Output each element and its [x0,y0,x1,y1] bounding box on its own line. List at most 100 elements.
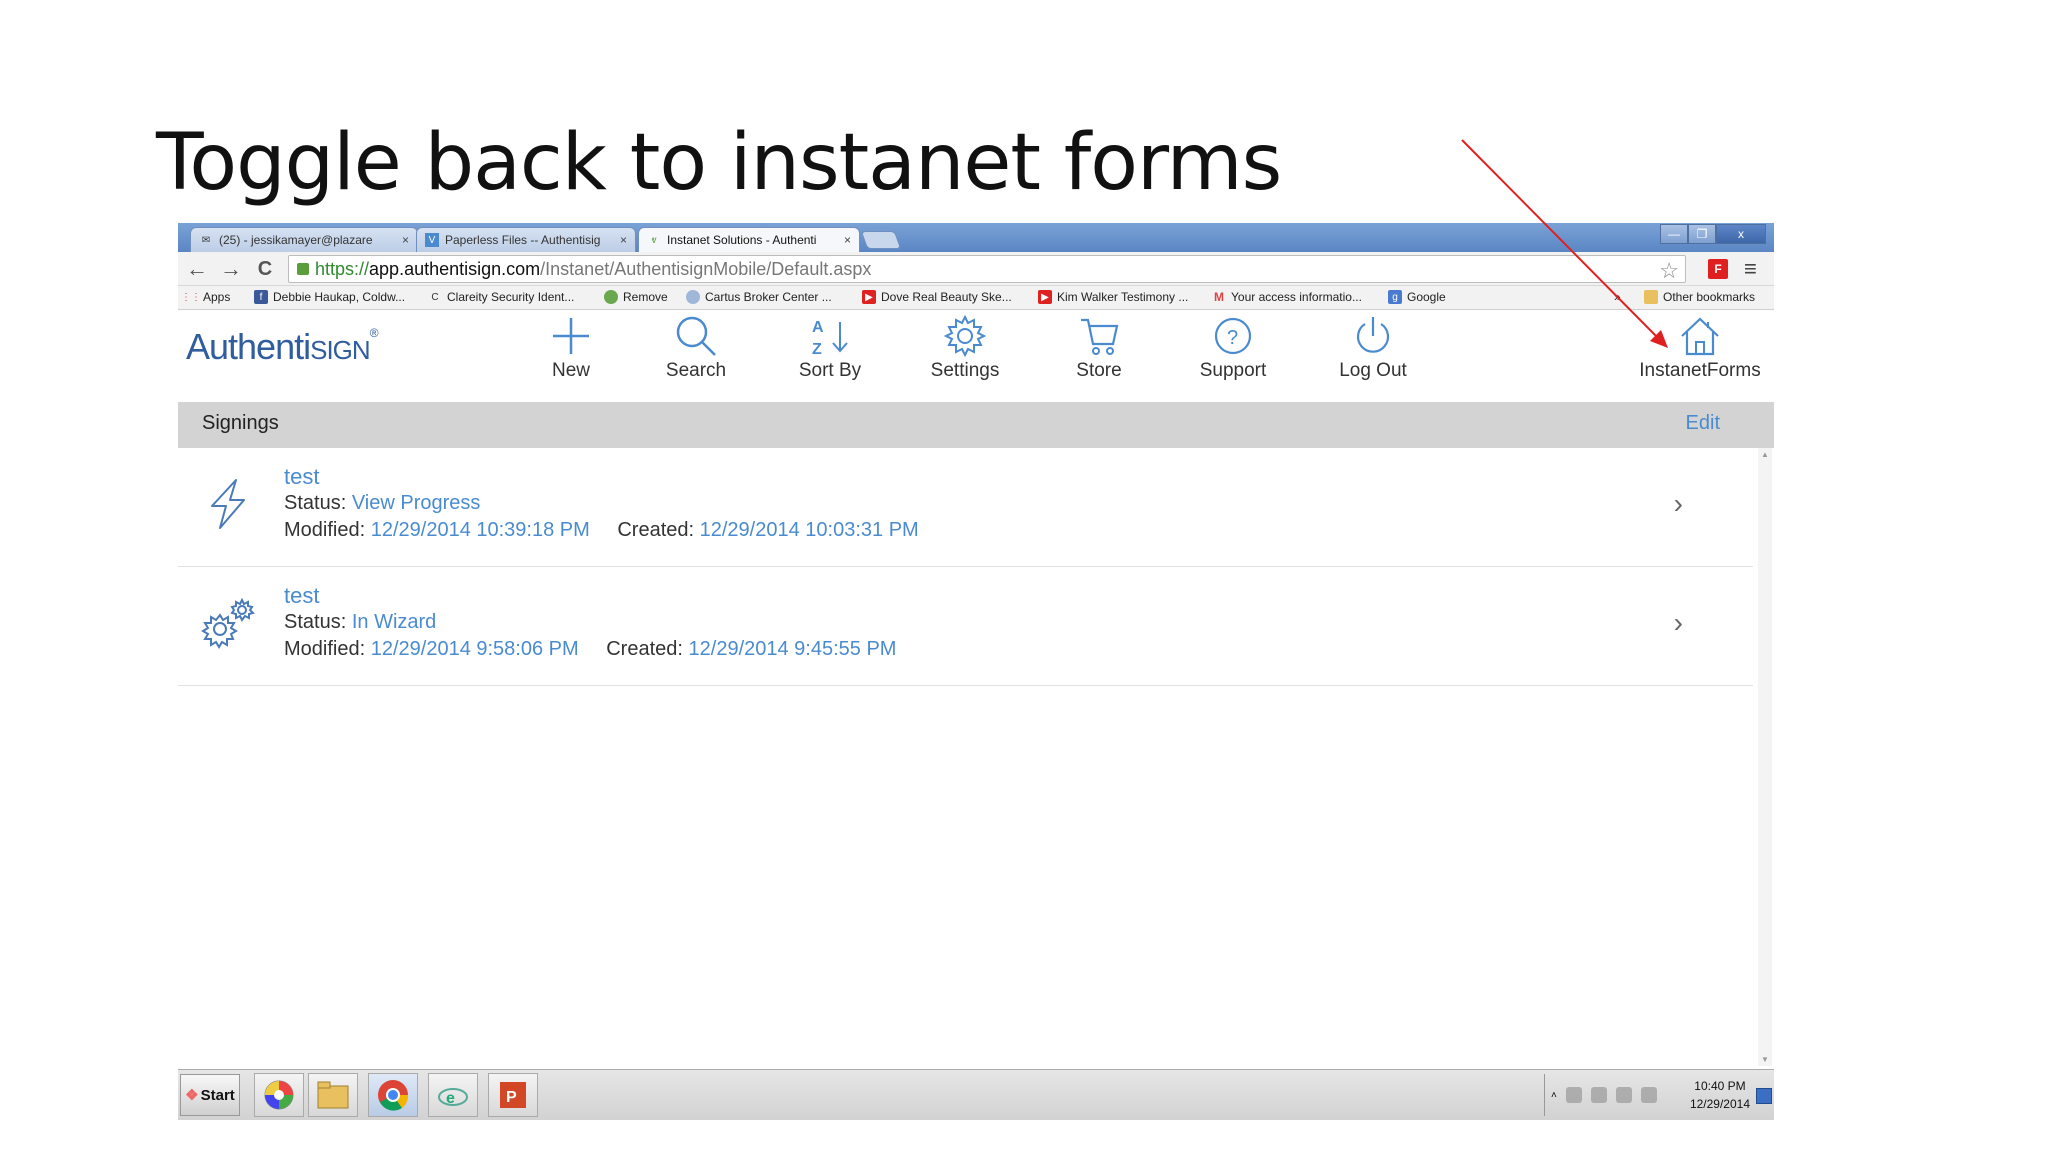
powerpoint-app[interactable]: P [488,1073,538,1117]
url-protocol: https:// [315,258,370,279]
menu-icon[interactable]: ≡ [1744,256,1757,282]
ie-app[interactable]: e [428,1073,478,1117]
gears-icon [201,597,255,649]
chevron-right-icon[interactable]: › [1674,607,1683,639]
tray-signal-icon[interactable] [1590,1087,1607,1103]
gmail-icon: M [1214,290,1224,304]
bookmark-label: Clareity Security Ident... [447,290,575,304]
signing-dates: Modified: 12/29/2014 9:58:06 PM Created:… [284,638,896,661]
gear-icon [943,314,987,358]
tab-close-icon[interactable]: × [620,233,627,247]
bookmark-item[interactable]: ▶ Kim Walker Testimony ... [1038,290,1188,304]
tray-volume-icon[interactable] [1615,1087,1632,1103]
nav-instanetforms[interactable]: InstanetForms [1635,310,1765,388]
nav-settings[interactable]: Settings [910,310,1020,388]
taskbar: ❖ Start e P ˄ 10:40 PM 12/29/2014 [178,1069,1774,1120]
nav-store[interactable]: Store [1044,310,1154,388]
svg-text:Z: Z [812,341,822,358]
restore-button[interactable]: ❐ [1688,224,1716,244]
tray-settings-icon[interactable] [1640,1087,1657,1103]
show-desktop-button[interactable] [1756,1088,1772,1104]
search-icon [676,316,716,356]
signing-dates: Modified: 12/29/2014 10:39:18 PM Created… [284,519,919,542]
signings-list: test Status: View Progress Modified: 12/… [178,448,1753,686]
signing-row[interactable]: test Status: In Wizard Modified: 12/29/2… [178,567,1753,686]
system-tray: ˄ 10:40 PM 12/29/2014 [1544,1074,1774,1116]
nav-log-out[interactable]: Log Out [1318,310,1428,388]
signing-name[interactable]: test [284,583,319,609]
created-label: Created: [617,519,695,541]
status-value[interactable]: View Progress [352,492,481,514]
nav-label: Store [1076,360,1122,381]
bookmarks-overflow[interactable]: » [1614,290,1621,304]
bookmark-item[interactable]: f Debbie Haukap, Coldw... [254,290,405,304]
scrollbar[interactable]: ▲ ▼ [1758,448,1772,1066]
slide-title: Toggle back to instanet forms [156,118,1282,208]
sort-az-icon: AZ [812,319,848,358]
powerpoint-icon: P [500,1082,526,1108]
signing-row[interactable]: test Status: View Progress Modified: 12/… [178,448,1753,567]
bookmark-item[interactable]: M Your access informatio... [1212,290,1362,304]
bookmark-label: Cartus Broker Center ... [705,290,832,304]
tab-paperless[interactable]: V Paperless Files -- Authentisig × [416,227,636,252]
tab-close-icon[interactable]: × [844,233,851,247]
authentisign-logo: AuthentiSIGN® [186,326,379,367]
tab-label: Paperless Files -- Authentisig [445,233,601,247]
tab-close-icon[interactable]: × [402,233,409,247]
reload-icon[interactable]: C [252,256,278,282]
ie-icon: e [438,1088,468,1107]
nav-search[interactable]: Search [641,310,751,388]
forward-icon[interactable]: → [218,256,244,282]
status-value[interactable]: In Wizard [352,611,436,633]
back-icon[interactable]: ← [184,256,210,282]
bookmarks-bar: ⋮⋮ Apps f Debbie Haukap, Coldw... C Clar… [178,286,1774,310]
screenshot: ✉ (25) - jessikamayer@plazare × V Paperl… [178,223,1774,1120]
nav-sort-by[interactable]: AZ Sort By [775,310,885,388]
tray-network-icon[interactable] [1565,1087,1582,1103]
picasa-icon [264,1080,294,1110]
bookmark-item[interactable]: Remove [604,290,668,304]
close-window-button[interactable]: x [1716,224,1766,244]
mail-icon: ✉ [201,234,211,246]
browser-toolbar: ← → C https://app.authentisign.com/Insta… [178,252,1774,286]
chrome-app[interactable] [368,1073,418,1117]
nav-label: Support [1199,360,1267,381]
scroll-up-icon[interactable]: ▲ [1761,450,1769,459]
scroll-down-icon[interactable]: ▼ [1761,1055,1769,1064]
signings-title: Signings [202,412,279,434]
tab-gmail[interactable]: ✉ (25) - jessikamayer@plazare × [190,227,418,252]
tray-expand-icon[interactable]: ˄ [1551,1090,1557,1101]
flipboard-icon[interactable]: F [1708,259,1728,279]
bookmark-item[interactable]: g Google [1388,290,1446,304]
bookmark-item[interactable]: Cartus Broker Center ... [686,290,832,304]
address-bar[interactable]: https://app.authentisign.com/Instanet/Au… [288,255,1686,283]
globe-icon [686,290,700,304]
explorer-app[interactable] [308,1073,358,1117]
start-button[interactable]: ❖ Start [180,1074,240,1116]
nav-support[interactable]: ? Support [1178,310,1288,388]
svg-text:A: A [812,319,824,336]
chevron-right-icon[interactable]: › [1674,488,1683,520]
bookmark-item[interactable]: ▶ Dove Real Beauty Ske... [862,290,1012,304]
youtube-icon: ▶ [1038,290,1052,304]
signing-name[interactable]: test [284,464,319,490]
bookmark-apps[interactable]: ⋮⋮ Apps [181,290,231,304]
nav-label: Search [665,360,727,381]
other-bookmarks[interactable]: Other bookmarks [1644,290,1755,304]
clock[interactable]: 10:40 PM 12/29/2014 [1690,1077,1750,1113]
minimize-button[interactable]: — [1660,224,1688,244]
bookmark-label: Apps [203,290,231,304]
chrome-icon [378,1080,409,1111]
nav-new[interactable]: New [516,310,626,388]
edit-link[interactable]: Edit [1686,412,1720,435]
plus-icon [553,318,589,354]
bookmark-item[interactable]: C Clareity Security Ident... [428,290,574,304]
new-tab-button[interactable] [860,231,902,249]
star-icon[interactable]: ☆ [1659,258,1679,284]
picasa-app[interactable] [254,1073,304,1117]
tab-instanet[interactable]: ⱴ Instanet Solutions - Authenti × [638,227,860,252]
tab-label: (25) - jessikamayer@plazare [219,233,373,247]
created-value: 12/29/2014 9:45:55 PM [688,638,897,660]
bookmark-label: Google [1407,290,1446,304]
svg-text:P: P [506,1089,517,1106]
